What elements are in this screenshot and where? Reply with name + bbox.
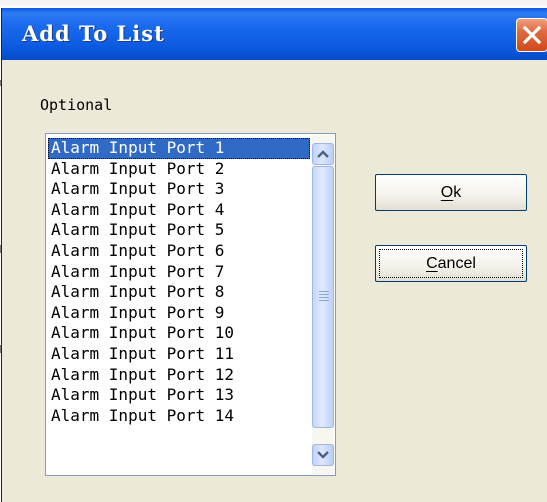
optional-list[interactable]: Alarm Input Port 1 Alarm Input Port 2 Alar… <box>45 133 336 476</box>
grip-icon <box>319 291 329 301</box>
scroll-down-button[interactable] <box>312 444 334 466</box>
close-button[interactable] <box>516 18 547 52</box>
title-bar[interactable]: Add To List <box>2 8 547 60</box>
list-item[interactable]: Alarm Input Port 2 <box>48 159 310 180</box>
list-item[interactable]: Alarm Input Port 1 <box>48 138 310 159</box>
ok-button[interactable]: Ok <box>375 174 527 211</box>
focus-ring <box>379 249 523 278</box>
ok-label-rest: k <box>453 184 462 201</box>
background-window-strip <box>0 0 547 6</box>
dialog-title: Add To List <box>22 21 165 46</box>
list-items: Alarm Input Port 1 Alarm Input Port 2 Alar… <box>48 138 310 426</box>
list-item[interactable]: Alarm Input Port 9 <box>48 303 310 324</box>
list-item[interactable]: Alarm Input Port 11 <box>48 344 310 365</box>
list-item[interactable]: Alarm Input Port 8 <box>48 282 310 303</box>
list-item[interactable]: Alarm Input Port 5 <box>48 220 310 241</box>
list-item[interactable]: Alarm Input Port 14 <box>48 406 310 427</box>
optional-label: Optional <box>40 96 113 114</box>
cancel-button[interactable]: Cancel <box>375 245 527 282</box>
list-item[interactable]: Alarm Input Port 13 <box>48 385 310 406</box>
close-icon <box>522 25 542 45</box>
list-item[interactable]: Alarm Input Port 4 <box>48 200 310 221</box>
chevron-up-icon <box>317 150 329 158</box>
ok-accel: O <box>440 184 454 201</box>
scroll-up-button[interactable] <box>312 143 334 165</box>
list-item[interactable]: Alarm Input Port 7 <box>48 262 310 283</box>
list-item[interactable]: Alarm Input Port 10 <box>48 323 310 344</box>
scroll-thumb[interactable] <box>312 166 334 428</box>
chevron-down-icon <box>317 451 329 459</box>
list-item[interactable]: Alarm Input Port 12 <box>48 365 310 386</box>
vertical-scrollbar[interactable] <box>312 135 334 474</box>
list-item[interactable]: Alarm Input Port 3 <box>48 179 310 200</box>
add-to-list-dialog: Add To List Optional Alarm Input Port 1A… <box>1 8 547 502</box>
list-item[interactable]: Alarm Input Port 6 <box>48 241 310 262</box>
